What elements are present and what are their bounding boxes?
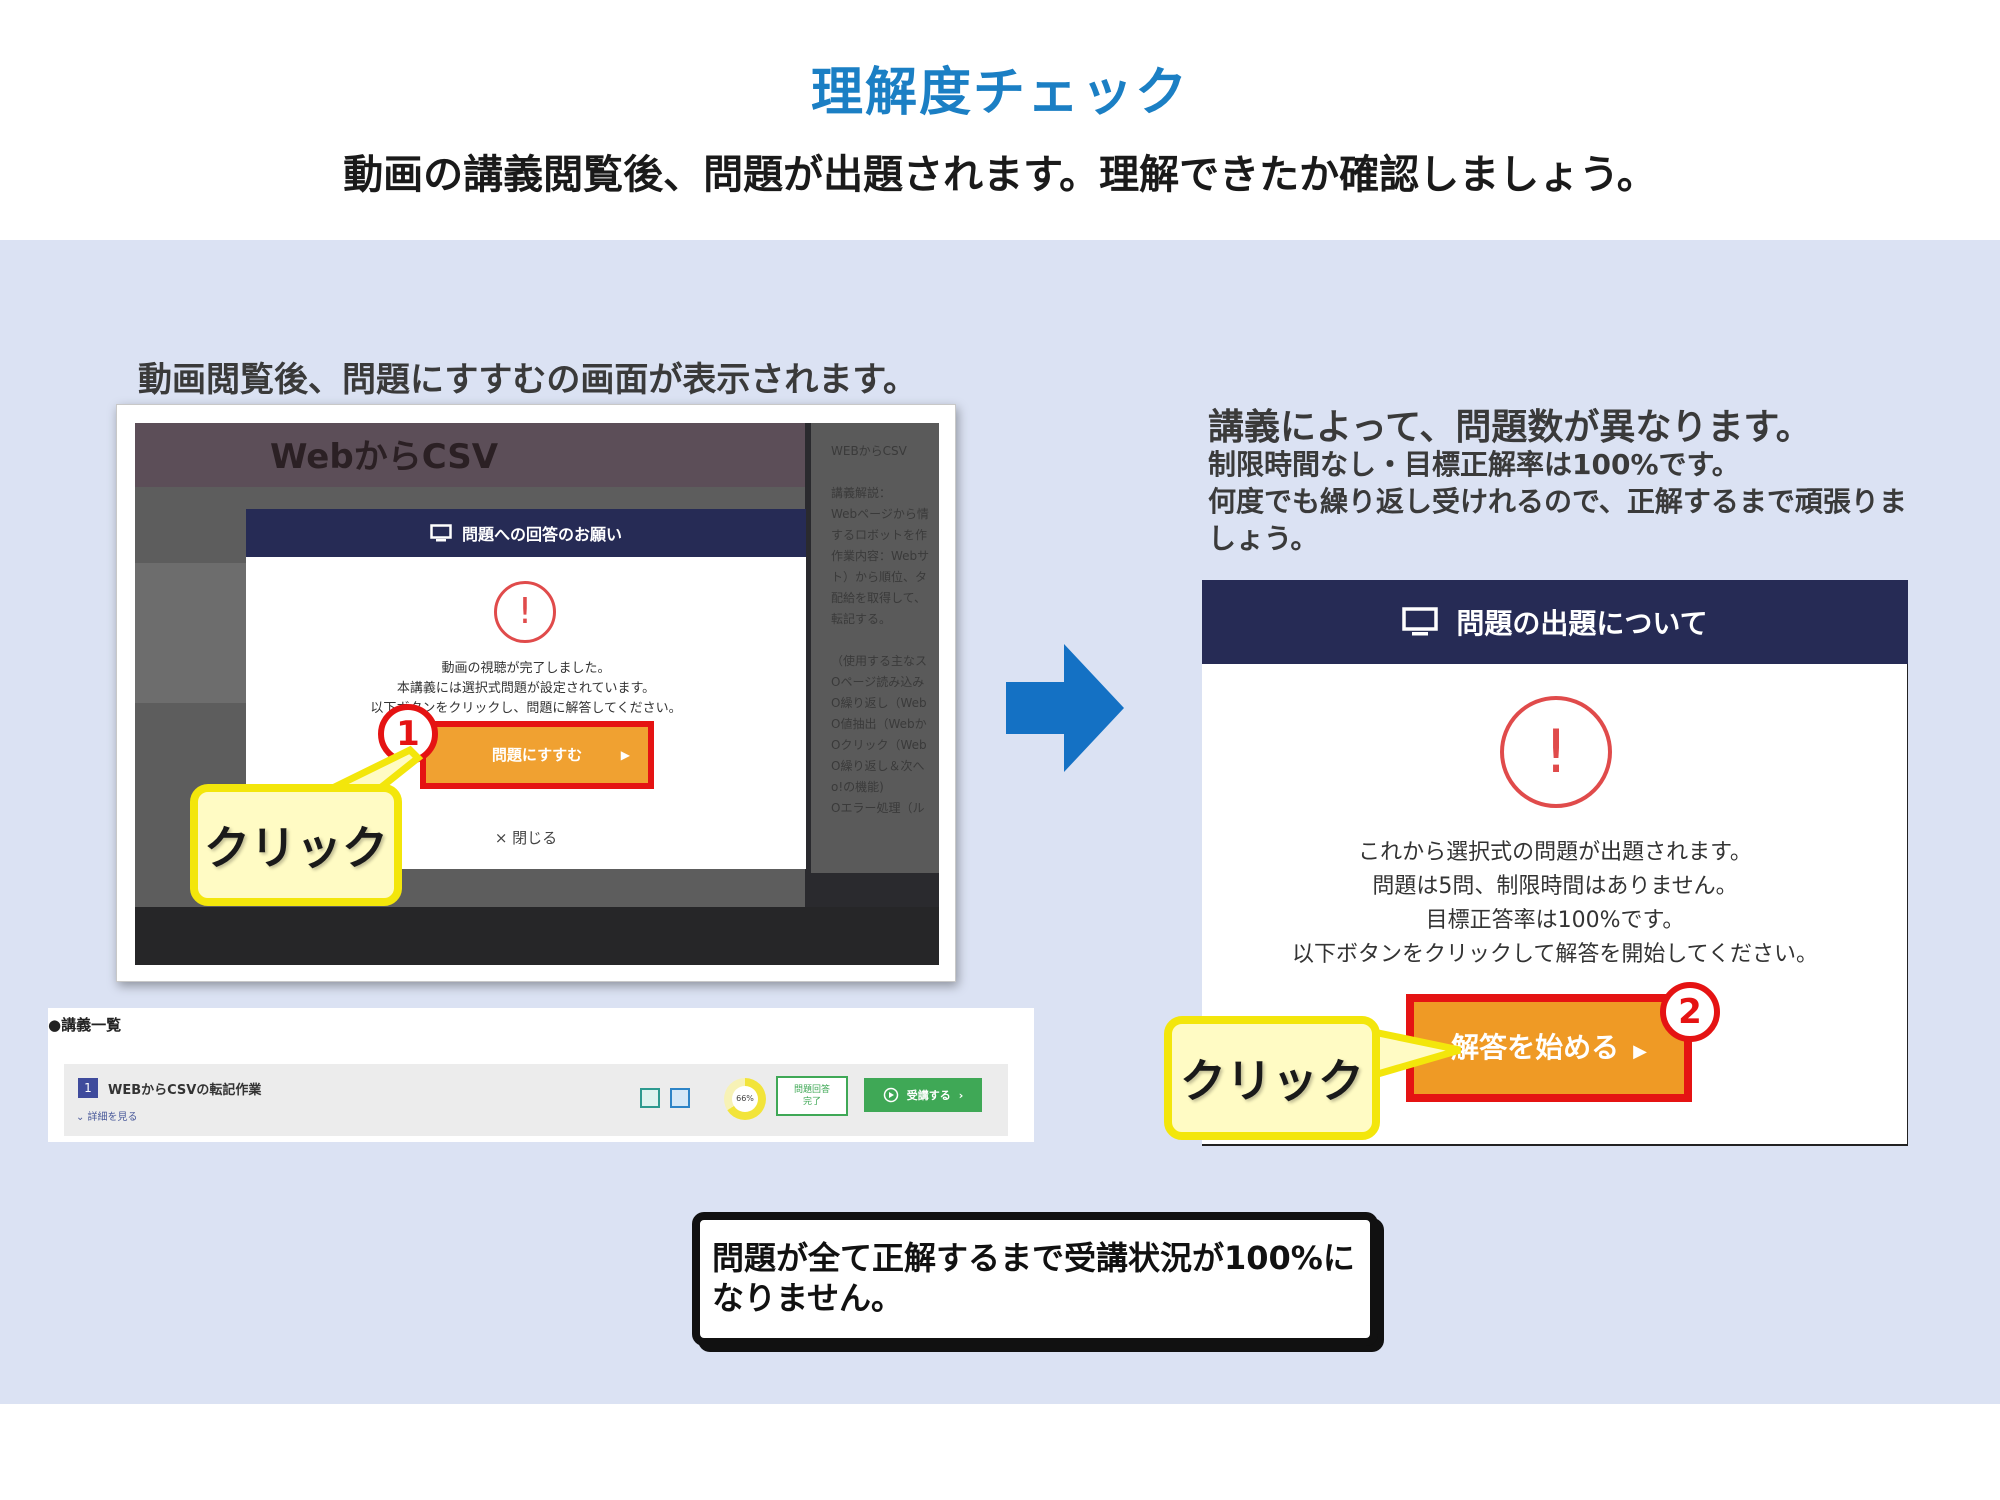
lecture-number: 1 — [78, 1078, 98, 1098]
modal-message: これから選択式の問題が出題されます。 問題は5問、制限時間はありません。 目標正… — [1202, 836, 1908, 972]
monitor-icon — [430, 524, 452, 542]
modal-message-line: 本講義には選択式問題が設定されています。 — [396, 681, 656, 696]
start-answering-label: 解答を始める — [1451, 1031, 1620, 1064]
attend-button[interactable]: 受講する › — [864, 1078, 982, 1112]
modal-message-line: 動画の視聴が完了しました。 — [441, 661, 611, 676]
click-callout-1: クリック — [190, 784, 402, 906]
bg-content-column — [135, 563, 250, 703]
play-icon — [883, 1087, 898, 1103]
click-callout-2: クリック — [1164, 1016, 1380, 1140]
page-title: 理解度チェック — [810, 63, 1189, 123]
modal-message-line: 問題は5問、制限時間はありません。 — [1372, 874, 1738, 899]
page-subtitle: 動画の講義閲覧後、問題が出題されます。理解できたか確認しましょう。 — [343, 152, 1657, 198]
left-section-label: 動画閲覧後、問題にすすむの画面が表示されます。 — [138, 360, 917, 400]
chevron-right-icon: ▶ — [620, 748, 630, 762]
modal-message-line: 目標正答率は100%です。 — [1425, 908, 1685, 933]
modal-header-text: 問題への回答のお願い — [461, 525, 622, 544]
modal-message-line: 以下ボタンをクリックして解答を開始してください。 — [1291, 942, 1819, 967]
chevron-right-icon: › — [958, 1088, 964, 1102]
completion-note: 問題が全て正解するまで受講状況が100%になりません。 — [692, 1212, 1378, 1346]
show-details-link[interactable]: ⌄ 詳細を見る — [76, 1108, 138, 1123]
lecture-list: ●講義一覧 1 WEBからCSVの転記作業 ⌄ 詳細を見る 66% 問題回答 完… — [48, 1008, 1034, 1142]
description-line: 制限時間なし・目標正解率は100%です。 — [1208, 448, 1740, 481]
monitor-icon — [1402, 607, 1439, 636]
lecture-row[interactable]: 1 WEBからCSVの転記作業 ⌄ 詳細を見る 66% 問題回答 完了 受講する… — [64, 1064, 1008, 1136]
modal-header: 問題への回答のお願い — [246, 509, 806, 557]
lecture-list-heading: ●講義一覧 — [48, 1016, 122, 1034]
lecture-title: WEBからCSVの転記作業 — [108, 1083, 262, 1098]
next-step-arrow-icon — [1006, 644, 1124, 772]
answered-status-badge: 問題回答 完了 — [776, 1076, 848, 1116]
proceed-button-label: 問題にすすむ — [491, 746, 583, 764]
modal-header: 問題の出題について — [1202, 580, 1908, 664]
warning-icon: ! — [1500, 696, 1612, 808]
step-badge-2: 2 — [1660, 982, 1720, 1042]
attend-button-label: 受講する — [906, 1089, 951, 1102]
modal-message-line: 以下ボタンをクリックし、問題に解答してください。 — [370, 701, 682, 716]
right-section-title: 講義によって、問題数が異なります。 — [1208, 407, 1812, 448]
video-icon[interactable] — [640, 1088, 660, 1108]
modal-message-line: これから選択式の問題が出題されます。 — [1358, 840, 1752, 865]
right-section-description: 制限時間なし・目標正解率は100%です。 何度でも繰り返し受けれるので、正解する… — [1208, 446, 1908, 557]
bg-footer — [135, 907, 939, 965]
description-line: 何度でも繰り返し受けれるので、正解するまで頑張りましょう。 — [1208, 485, 1907, 555]
chevron-right-icon: ▶ — [1633, 1041, 1647, 1062]
bg-title: WebからCSV — [270, 437, 499, 477]
progress-value: 66% — [732, 1086, 758, 1112]
bg-header: WebからCSV — [135, 423, 805, 487]
proceed-to-questions-button[interactable]: 問題にすすむ ▶ — [420, 721, 654, 789]
document-icon[interactable] — [670, 1088, 690, 1108]
progress-donut: 66% — [724, 1078, 766, 1120]
modal-message: 動画の視聴が完了しました。 本講義には選択式問題が設定されています。 以下ボタン… — [246, 659, 806, 719]
bg-side-panel: WEBからCSV 講義解説： Webページから情 するロボットを作 作業内容：W… — [811, 423, 939, 873]
warning-icon: ! — [494, 581, 556, 643]
modal-header-text: 問題の出題について — [1456, 607, 1708, 640]
